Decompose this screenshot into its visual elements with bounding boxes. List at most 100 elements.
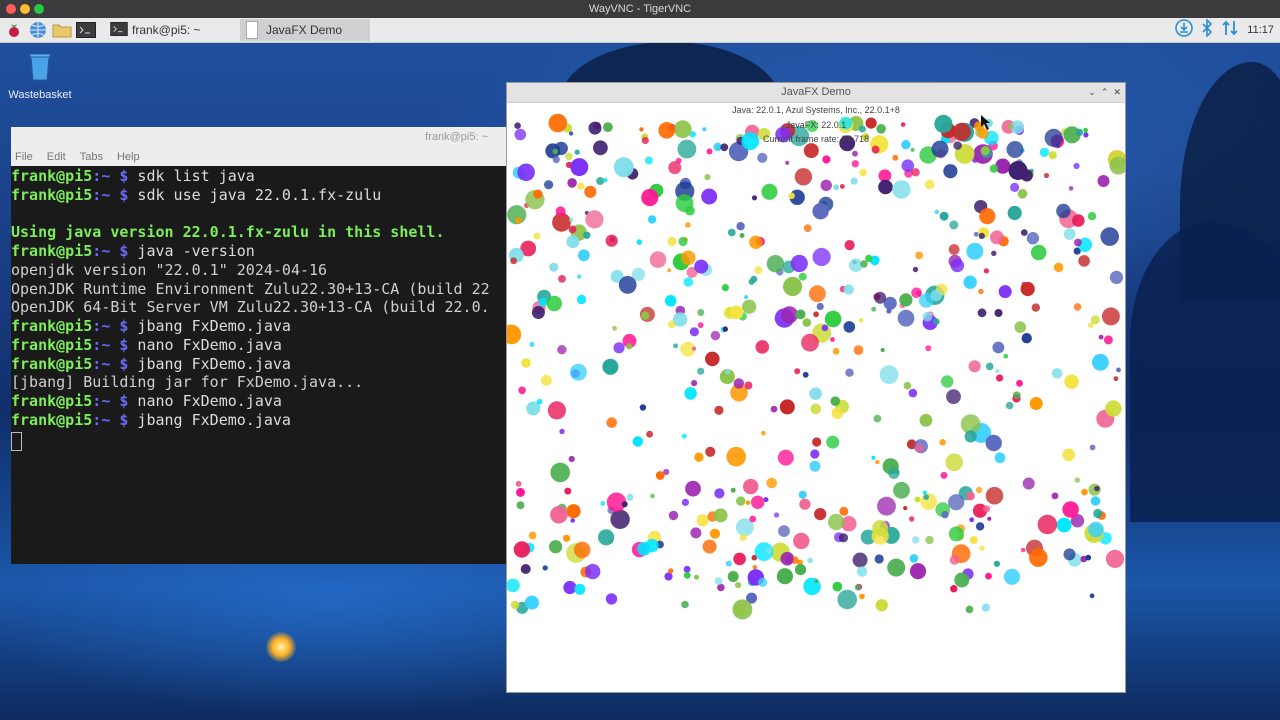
ball <box>574 149 580 155</box>
ball <box>992 341 1005 354</box>
ball <box>694 452 704 462</box>
ball <box>1116 367 1121 373</box>
ball <box>995 158 1011 174</box>
ball <box>596 177 605 185</box>
ball <box>507 578 520 593</box>
ball <box>1105 549 1125 568</box>
download-icon[interactable] <box>1175 18 1194 42</box>
ball <box>675 157 682 164</box>
ball <box>626 343 633 350</box>
ball <box>570 158 589 177</box>
ball <box>583 231 591 239</box>
ball <box>650 493 655 499</box>
trash-icon <box>29 53 51 81</box>
file-manager-folder-icon[interactable] <box>52 20 72 40</box>
command-text: java -version <box>128 242 255 260</box>
clock[interactable]: 11:17 <box>1247 24 1274 36</box>
terminal-window[interactable]: frank@pi5: ~ File Edit Tabs Help frank@p… <box>11 127 506 564</box>
wastebasket-label: Wastebasket <box>8 89 72 101</box>
frame-rate-text: Current frame rate: 24.718 <box>762 134 870 144</box>
ball <box>507 324 522 345</box>
ball <box>709 528 720 539</box>
ball <box>860 260 868 268</box>
ball <box>647 215 657 224</box>
command-text: sdk list java <box>128 167 255 185</box>
ball <box>981 603 990 612</box>
browser-globe-icon[interactable] <box>28 20 48 40</box>
ball <box>528 531 537 540</box>
ball <box>821 324 829 332</box>
bouncing-balls-canvas[interactable] <box>507 103 1125 692</box>
ball <box>585 563 601 580</box>
zoom-window-button[interactable] <box>34 4 44 14</box>
lantern-light <box>266 632 296 662</box>
ball <box>598 529 615 546</box>
ball <box>877 496 896 516</box>
ball <box>1087 212 1097 221</box>
bluetooth-icon[interactable] <box>1201 17 1213 42</box>
ball <box>977 308 987 318</box>
ball <box>969 517 975 523</box>
ball <box>807 557 814 564</box>
menu-edit[interactable]: Edit <box>47 151 66 163</box>
ball <box>1051 368 1063 379</box>
ball <box>668 568 674 574</box>
ball <box>685 480 701 497</box>
taskbar-task-javafx[interactable]: JavaFX Demo <box>240 19 370 41</box>
ball <box>1022 477 1035 490</box>
ball <box>533 189 543 199</box>
ball <box>1089 444 1096 451</box>
ball <box>826 435 840 449</box>
ball <box>924 179 935 190</box>
ball <box>838 533 849 543</box>
ball <box>830 396 841 407</box>
wastebasket-desktop-icon[interactable]: Wastebasket <box>6 50 74 101</box>
ball <box>578 249 590 262</box>
terminal-titlebar[interactable]: frank@pi5: ~ <box>11 127 506 147</box>
menu-help[interactable]: Help <box>117 151 140 163</box>
ball <box>878 179 893 195</box>
terminal-icon[interactable] <box>76 20 96 40</box>
network-arrows-icon[interactable] <box>1221 19 1239 42</box>
ball <box>830 337 835 342</box>
menu-file[interactable]: File <box>15 151 33 163</box>
menu-tabs[interactable]: Tabs <box>80 151 103 163</box>
ball <box>859 593 865 600</box>
chevron-down-icon[interactable]: ⌄ <box>1088 83 1096 102</box>
minimize-window-button[interactable] <box>20 4 30 14</box>
ball <box>636 239 643 245</box>
terminal-output[interactable]: frank@pi5:~ $ sdk list java frank@pi5:~ $… <box>11 166 506 564</box>
taskbar-task-terminal[interactable]: frank@pi5: ~ <box>104 19 236 41</box>
ball <box>788 192 795 200</box>
ball <box>729 305 744 320</box>
ball <box>780 306 799 324</box>
ball <box>722 326 728 332</box>
ball <box>843 321 856 333</box>
prompt-user: frank@pi5 <box>11 185 93 204</box>
terminal-icon <box>110 21 128 39</box>
javafx-titlebar[interactable]: JavaFX Demo ⌄ ⌃ ✕ <box>507 83 1125 103</box>
ball <box>744 295 749 300</box>
ball <box>569 217 574 223</box>
ball <box>1005 401 1014 410</box>
ball <box>1020 547 1026 553</box>
java-version-text: Java: 22.0.1, Azul Systems, Inc., 22.0.1… <box>732 105 900 115</box>
close-window-button[interactable] <box>6 4 16 14</box>
ball <box>701 188 718 205</box>
ball <box>950 585 958 593</box>
ball <box>603 178 608 183</box>
prompt-user: frank@pi5 <box>11 354 93 373</box>
ball <box>547 401 566 420</box>
raspberry-menu-icon[interactable] <box>4 20 24 40</box>
ball <box>558 275 566 283</box>
ball <box>706 148 713 155</box>
ball <box>798 272 807 281</box>
javafx-demo-window[interactable]: JavaFX Demo ⌄ ⌃ ✕ Java: 22.0.1, Azul Sys… <box>506 82 1126 693</box>
ball <box>655 471 665 480</box>
ball <box>570 518 575 523</box>
ball <box>721 284 729 292</box>
chevron-up-icon[interactable]: ⌃ <box>1101 83 1109 102</box>
ball <box>568 225 577 234</box>
ball <box>822 155 831 164</box>
close-icon[interactable]: ✕ <box>1113 83 1121 102</box>
